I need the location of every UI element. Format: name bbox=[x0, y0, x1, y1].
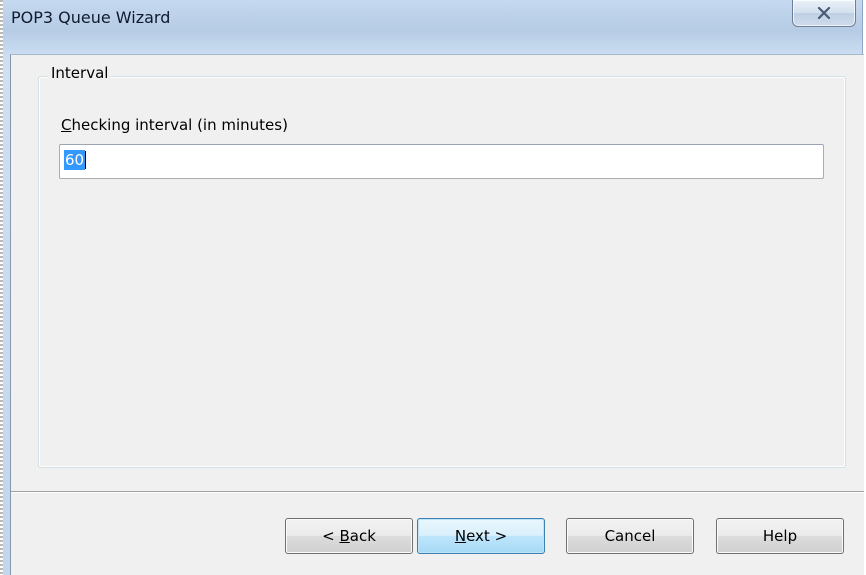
next-mnemonic: N bbox=[454, 527, 467, 545]
back-button[interactable]: < Back bbox=[285, 518, 413, 554]
help-label: Help bbox=[762, 527, 798, 545]
dialog-client-area: Interval Checking interval (in minutes) … bbox=[10, 54, 864, 575]
wizard-window: POP3 Queue Wizard Interval Checking inte… bbox=[3, 0, 864, 575]
label-mnemonic: C bbox=[61, 116, 72, 134]
checking-interval-label: Checking interval (in minutes) bbox=[61, 116, 288, 134]
back-mnemonic: B bbox=[339, 527, 350, 545]
title-bar[interactable]: POP3 Queue Wizard bbox=[3, 0, 862, 38]
screen: POP3 Queue Wizard Interval Checking inte… bbox=[0, 0, 866, 575]
label-text: hecking interval (in minutes) bbox=[71, 116, 288, 134]
input-selected-value: 60 bbox=[64, 150, 86, 170]
next-button[interactable]: Next > bbox=[417, 518, 545, 554]
interval-group-legend: Interval bbox=[48, 64, 112, 82]
help-button[interactable]: Help bbox=[716, 518, 844, 554]
close-icon bbox=[817, 7, 831, 19]
button-separator bbox=[11, 491, 864, 493]
back-prefix: < bbox=[322, 527, 340, 545]
window-title: POP3 Queue Wizard bbox=[11, 8, 171, 27]
cancel-button[interactable]: Cancel bbox=[566, 518, 694, 554]
back-rest: ack bbox=[349, 527, 376, 545]
interval-groupbox bbox=[38, 76, 846, 468]
text-caret bbox=[85, 151, 87, 169]
close-button[interactable] bbox=[792, 0, 856, 27]
cancel-label: Cancel bbox=[604, 527, 656, 545]
checking-interval-input[interactable]: 60 bbox=[59, 144, 824, 179]
next-rest: ext > bbox=[466, 527, 508, 545]
